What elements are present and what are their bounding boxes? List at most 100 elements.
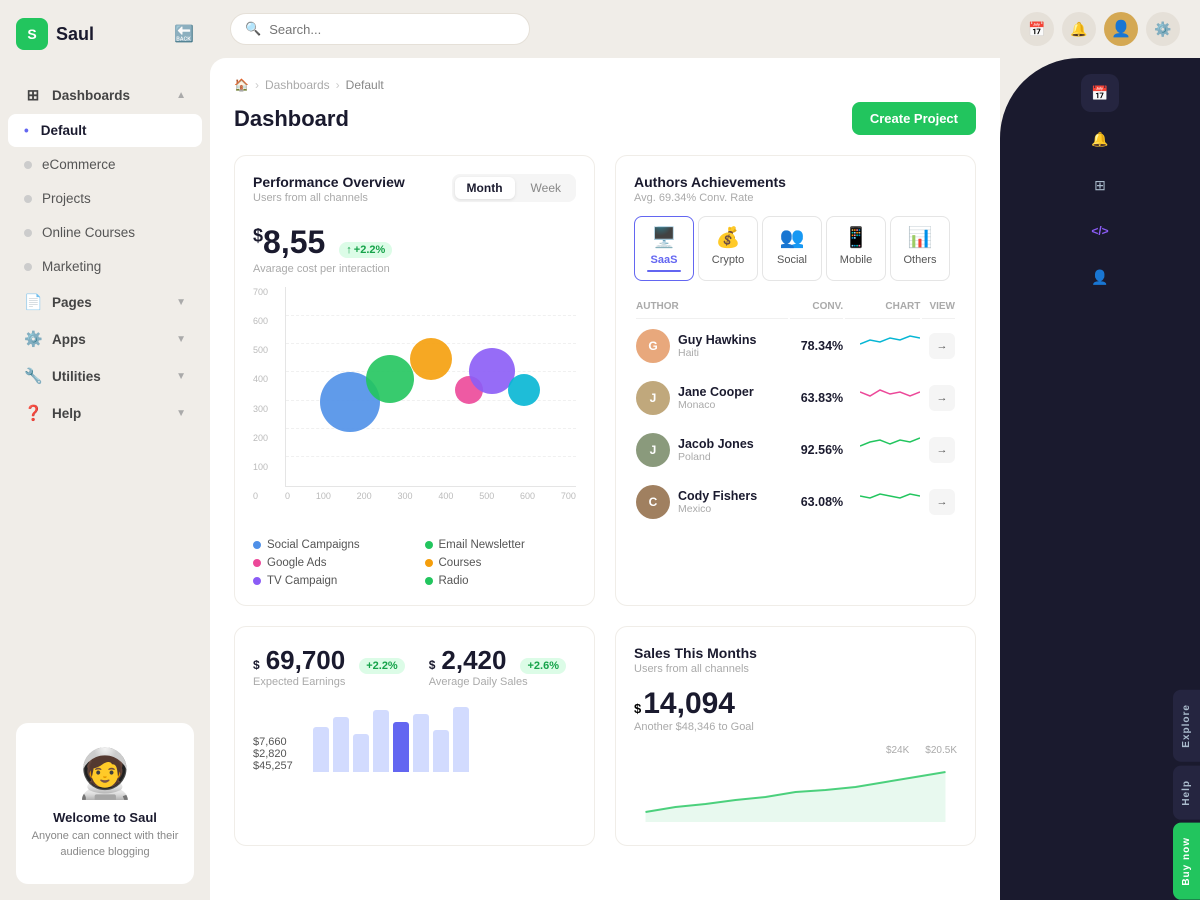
- page-header: Dashboard Create Project: [234, 102, 976, 135]
- marketing-label: Marketing: [42, 259, 186, 274]
- metric-label: Avarage cost per interaction: [253, 263, 576, 275]
- help-icon: ❓: [24, 404, 42, 422]
- authors-subtitle: Avg. 69.34% Conv. Rate: [634, 192, 786, 204]
- y-label-600: 600: [253, 316, 268, 326]
- sidebar-item-projects[interactable]: Projects: [8, 182, 202, 215]
- help-button[interactable]: Help: [1173, 766, 1200, 820]
- sidebar: S Saul 🔙 ⊞ Dashboards ▲ Default eCommerc…: [0, 0, 210, 900]
- daily-sales-value-row: $ 2,420 +2.6%: [429, 645, 566, 676]
- performance-card-titles: Performance Overview Users from all chan…: [253, 174, 405, 204]
- daily-sales-badge: +2.6%: [520, 658, 566, 674]
- legend-courses: Courses: [425, 557, 577, 569]
- earnings-currency: $: [253, 658, 260, 672]
- mobile-icon: 📱: [844, 225, 869, 250]
- create-project-button[interactable]: Create Project: [852, 102, 976, 135]
- sidebar-item-dashboards[interactable]: ⊞ Dashboards ▲: [8, 77, 202, 113]
- breadcrumb-dashboards[interactable]: Dashboards: [265, 78, 330, 92]
- topbar-notification-icon[interactable]: 🔔: [1062, 12, 1096, 46]
- legend-courses-dot: [425, 559, 433, 567]
- topbar: 🔍 📅 🔔 👤 ⚙️: [210, 0, 1200, 58]
- breadcrumb-home-icon[interactable]: 🏠: [234, 78, 249, 92]
- table-row: J Jane Cooper Monaco 63.83% →: [636, 373, 955, 423]
- sidebar-item-ecommerce[interactable]: eCommerce: [8, 148, 202, 181]
- bar-item: [333, 717, 349, 772]
- sidebar-back-icon[interactable]: 🔙: [174, 24, 194, 44]
- tab-month[interactable]: Month: [455, 177, 515, 199]
- sidebar-item-marketing[interactable]: Marketing: [8, 250, 202, 283]
- legend-social: Social Campaigns: [253, 539, 405, 551]
- dark-panel-icons: 📅 🔔 ⊞ </> 👤: [1000, 58, 1200, 312]
- metric-currency: $: [253, 225, 263, 245]
- chart-legend: Social Campaigns Email Newsletter Google…: [253, 539, 576, 587]
- view-button[interactable]: →: [929, 385, 955, 411]
- page-title: Dashboard: [234, 106, 349, 132]
- topbar-calendar-icon[interactable]: 📅: [1020, 12, 1054, 46]
- author-tab-others[interactable]: 📊 Others: [890, 216, 950, 281]
- legend-radio-dot: [425, 577, 433, 585]
- buy-now-button[interactable]: Buy now: [1173, 823, 1200, 900]
- topbar-avatar[interactable]: 👤: [1104, 12, 1138, 46]
- sidebar-logo: S: [16, 18, 48, 50]
- y-label-100: 100: [253, 462, 268, 472]
- earnings-label: Expected Earnings: [253, 676, 405, 688]
- view-button[interactable]: →: [929, 333, 955, 359]
- metric-badge: ↑ +2.2%: [339, 242, 392, 258]
- welcome-description: Anyone can connect with their audience b…: [30, 829, 180, 860]
- performance-tabs: Month Week: [452, 174, 576, 202]
- view-button[interactable]: →: [929, 489, 955, 515]
- panel-code-icon[interactable]: </>: [1081, 212, 1119, 250]
- sidebar-item-apps[interactable]: ⚙️ Apps ▼: [8, 321, 202, 357]
- panel-grid-icon[interactable]: ⊞: [1081, 166, 1119, 204]
- explore-button[interactable]: Explore: [1173, 690, 1200, 762]
- metric-arrow-icon: ↑: [346, 244, 352, 256]
- bar-item: [433, 730, 449, 772]
- earnings-badge: +2.2%: [359, 658, 405, 674]
- x-label-500: 500: [479, 491, 494, 501]
- astronaut-illustration: 🧑‍🚀: [30, 745, 180, 802]
- panel-bell-icon[interactable]: 🔔: [1081, 120, 1119, 158]
- legend-google-dot: [253, 559, 261, 567]
- author-location: Monaco: [678, 399, 754, 411]
- bar-item: [453, 707, 469, 772]
- bar-chart: [313, 712, 469, 772]
- x-label-600: 600: [520, 491, 535, 501]
- topbar-settings-icon[interactable]: ⚙️: [1146, 12, 1180, 46]
- sidebar-item-help[interactable]: ❓ Help ▼: [8, 395, 202, 431]
- apps-label: Apps: [52, 332, 166, 347]
- authors-card: Authors Achievements Avg. 69.34% Conv. R…: [615, 155, 976, 606]
- author-tab-mobile[interactable]: 📱 Mobile: [826, 216, 886, 281]
- table-row: G Guy Hawkins Haiti 78.34% →: [636, 321, 955, 371]
- breadcrumb-sep1: ›: [255, 78, 259, 92]
- pages-arrow-icon: ▼: [176, 297, 186, 308]
- legend-google: Google Ads: [253, 557, 405, 569]
- author-tab-crypto[interactable]: 💰 Crypto: [698, 216, 758, 281]
- author-tab-social[interactable]: 👥 Social: [762, 216, 822, 281]
- col-chart: CHART: [845, 295, 920, 319]
- author-tab-saas[interactable]: 🖥️ SaaS: [634, 216, 694, 281]
- legend-tv-label: TV Campaign: [267, 575, 337, 587]
- earnings-card: $ 69,700 +2.2% Expected Earnings $ 2,420…: [234, 626, 595, 846]
- x-label-100: 100: [316, 491, 331, 501]
- dashboards-arrow-icon: ▲: [176, 90, 186, 101]
- bar-value-1: $7,660: [253, 736, 293, 748]
- sales-amount: 14,094: [643, 687, 735, 721]
- sidebar-item-utilities[interactable]: 🔧 Utilities ▼: [8, 358, 202, 394]
- y-label-0: 0: [253, 491, 268, 501]
- authors-card-header: Authors Achievements Avg. 69.34% Conv. R…: [634, 174, 957, 204]
- search-box[interactable]: 🔍: [230, 13, 530, 45]
- welcome-card: 🧑‍🚀 Welcome to Saul Anyone can connect w…: [16, 723, 194, 884]
- tab-week[interactable]: Week: [519, 177, 573, 199]
- help-arrow-icon: ▼: [176, 408, 186, 419]
- sidebar-item-online-courses[interactable]: Online Courses: [8, 216, 202, 249]
- panel-calendar-icon[interactable]: 📅: [1081, 74, 1119, 112]
- sidebar-item-pages[interactable]: 📄 Pages ▼: [8, 284, 202, 320]
- search-input[interactable]: [269, 22, 515, 37]
- saas-label: SaaS: [651, 254, 678, 266]
- view-button[interactable]: →: [929, 437, 955, 463]
- content-wrapper: 🏠 › Dashboards › Default Dashboard Creat…: [210, 58, 1200, 900]
- bar-item: [393, 722, 409, 772]
- sidebar-item-default[interactable]: Default: [8, 114, 202, 147]
- panel-user-icon[interactable]: 👤: [1081, 258, 1119, 296]
- performance-subtitle: Users from all channels: [253, 192, 405, 204]
- projects-dot: [24, 195, 32, 203]
